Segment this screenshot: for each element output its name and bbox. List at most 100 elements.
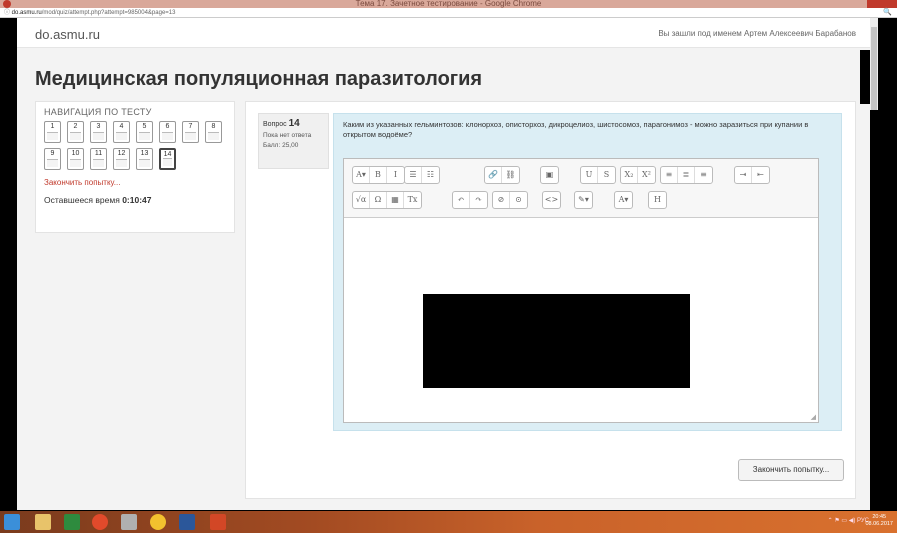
question-nav-button[interactable]: 4 — [113, 121, 130, 143]
toolbar-button[interactable]: Tx — [404, 192, 421, 208]
toolbar-button[interactable]: ↷ — [470, 192, 487, 208]
finish-attempt-button[interactable]: Закончить попытку... — [738, 459, 844, 481]
clock-time: 20:45 — [872, 514, 887, 520]
timer-value: 0:10:47 — [122, 195, 152, 205]
toolbar-group: <> — [542, 191, 561, 209]
zoom-icon[interactable]: 🔍 — [883, 8, 892, 18]
word-icon[interactable] — [179, 514, 195, 530]
url-host[interactable]: do.asmu.ru — [12, 10, 42, 16]
question-mark: Балл: 25,00 — [263, 142, 299, 149]
toolbar-button[interactable]: ⇥ — [735, 167, 752, 183]
question-nav-button[interactable]: 10 — [67, 148, 84, 170]
site-brand[interactable]: do.asmu.ru — [35, 27, 100, 42]
toolbar-button[interactable]: ☰ — [405, 167, 422, 183]
toolbar-button[interactable]: X² — [638, 167, 655, 183]
taskbar: ⌃ ⚑ ▭ ◀) РУС 20:45 08.06.2017 — [0, 511, 897, 533]
question-nav-button[interactable]: 6 — [159, 121, 176, 143]
toolbar-group: A▾ — [614, 191, 633, 209]
question-nav-button[interactable]: 7 — [182, 121, 199, 143]
question-nav-button[interactable]: 5 — [136, 121, 153, 143]
question-nav-button[interactable]: 11 — [90, 148, 107, 170]
toolbar-group: H — [648, 191, 667, 209]
toolbar-button[interactable]: ≣ — [678, 167, 695, 183]
toolbar-group: US — [580, 166, 616, 184]
toolbar-button[interactable]: √α — [353, 192, 370, 208]
toolbar-button[interactable]: ⊘ — [493, 192, 510, 208]
toolbar-button[interactable]: ↶ — [453, 192, 470, 208]
question-nav-button[interactable]: 8 — [205, 121, 222, 143]
toolbar-group: √α Ω ▦ Tx — [352, 191, 422, 209]
toolbar-button[interactable]: I — [387, 167, 404, 183]
question-status: Пока нет ответа — [263, 132, 312, 139]
site-header: do.asmu.ru Вы зашли под именем Артем Але… — [17, 18, 870, 48]
toolbar-button[interactable]: ▣ — [541, 167, 558, 183]
nav-title: НАВИГАЦИЯ ПО ТЕСТУ — [44, 107, 152, 117]
page-title: Медицинская популяционная паразитология — [35, 68, 483, 91]
question-nav-button[interactable]: 13 — [136, 148, 153, 170]
redaction-right-top — [860, 50, 870, 104]
clock-date: 08.06.2017 — [865, 521, 893, 527]
clock[interactable]: 20:45 08.06.2017 — [865, 514, 893, 528]
toolbar-button[interactable]: ⛓ — [502, 167, 519, 183]
timer-label: Оставшееся время — [44, 195, 120, 205]
chrome-taskbar-icon[interactable] — [150, 514, 166, 530]
close-window-button[interactable] — [867, 0, 897, 8]
finish-attempt-link[interactable]: Закончить попытку... — [44, 178, 226, 187]
chrome-icon — [3, 0, 11, 8]
store-icon[interactable] — [64, 514, 80, 530]
toolbar-button[interactable]: Ω — [370, 192, 387, 208]
toolbar-button[interactable]: ≡ — [695, 167, 712, 183]
question-nav-button[interactable]: 3 — [90, 121, 107, 143]
info-icon[interactable]: ⓘ — [4, 10, 12, 16]
toolbar-group: ↶ ↷ — [452, 191, 488, 209]
toolbar-button[interactable]: ▦ — [387, 192, 404, 208]
toolbar-group: ≡ ≣ ≡ — [660, 166, 713, 184]
question-nav-button[interactable]: 14 — [159, 148, 176, 170]
toolbar-button[interactable]: U — [581, 167, 598, 183]
redaction-box — [423, 294, 690, 388]
window-titlebar: Тема 17. Зачетное тестирование - Google … — [0, 0, 897, 8]
question-number: Вопрос 14 — [263, 118, 324, 129]
toolbar-button[interactable]: A▾ — [353, 167, 370, 183]
resize-handle-icon[interactable]: ◢ — [811, 413, 816, 421]
toolbar-button[interactable]: ☷ — [422, 167, 439, 183]
toolbar-button[interactable]: X₂ — [621, 167, 638, 183]
question-info: Вопрос 14 Пока нет ответа Балл: 25,00 — [258, 113, 329, 169]
start-icon[interactable] — [4, 514, 20, 530]
toolbar-button[interactable]: ✎▾ — [575, 192, 592, 208]
question-nav-button[interactable]: 9 — [44, 148, 61, 170]
time-remaining: Оставшееся время 0:10:47 — [44, 195, 226, 205]
system-tray[interactable]: ⌃ ⚑ ▭ ◀) РУС — [828, 517, 869, 524]
question-nav-button[interactable]: 12 — [113, 148, 130, 170]
toolbar-button[interactable]: A▾ — [615, 192, 632, 208]
toolbar-button[interactable]: S — [598, 167, 615, 183]
toolbar-button[interactable]: B — [370, 167, 387, 183]
paint-icon[interactable] — [121, 514, 137, 530]
window-title: Тема 17. Зачетное тестирование - Google … — [355, 0, 542, 8]
question-grid: 1 2 3 4 5 6 7 8 9 10 11 12 13 14 — [44, 121, 224, 170]
toolbar-group: ☰ ☷ — [404, 166, 440, 184]
quiz-navigation: НАВИГАЦИЯ ПО ТЕСТУ 1 2 3 4 5 6 7 8 9 10 11 12 13 14 З… — [35, 101, 235, 233]
redaction-left — [0, 120, 17, 510]
toolbar-button[interactable]: ≡ — [661, 167, 678, 183]
toolbar-group: ⊘ ⊙ — [492, 191, 528, 209]
address-bar[interactable]: ⓘ do.asmu.ru/mod/quiz/attempt.php?attemp… — [0, 8, 897, 18]
login-info: Вы зашли под именем Артем Алексеевич Бар… — [658, 29, 856, 38]
question-nav-button[interactable]: 1 — [44, 121, 61, 143]
redaction-right — [870, 110, 897, 510]
redaction-left-top — [0, 50, 17, 104]
toolbar-button[interactable]: 🔗 — [485, 167, 502, 183]
yandex-icon[interactable] — [92, 514, 108, 530]
question-label: Вопрос — [263, 121, 287, 128]
toolbar-group: 🔗 ⛓ — [484, 166, 520, 184]
toolbar-button[interactable]: <> — [543, 192, 560, 208]
toolbar-button[interactable]: ⊙ — [510, 192, 527, 208]
powerpoint-icon[interactable] — [210, 514, 226, 530]
toolbar-button[interactable]: ⇤ — [752, 167, 769, 183]
toolbar-group: ▣ — [540, 166, 559, 184]
url-path[interactable]: /mod/quiz/attempt.php?attempt=985004&pag… — [42, 10, 176, 16]
explorer-icon[interactable] — [35, 514, 51, 530]
toolbar-button[interactable]: H — [649, 192, 666, 208]
toolbar-group: ⇥ ⇤ — [734, 166, 770, 184]
question-nav-button[interactable]: 2 — [67, 121, 84, 143]
